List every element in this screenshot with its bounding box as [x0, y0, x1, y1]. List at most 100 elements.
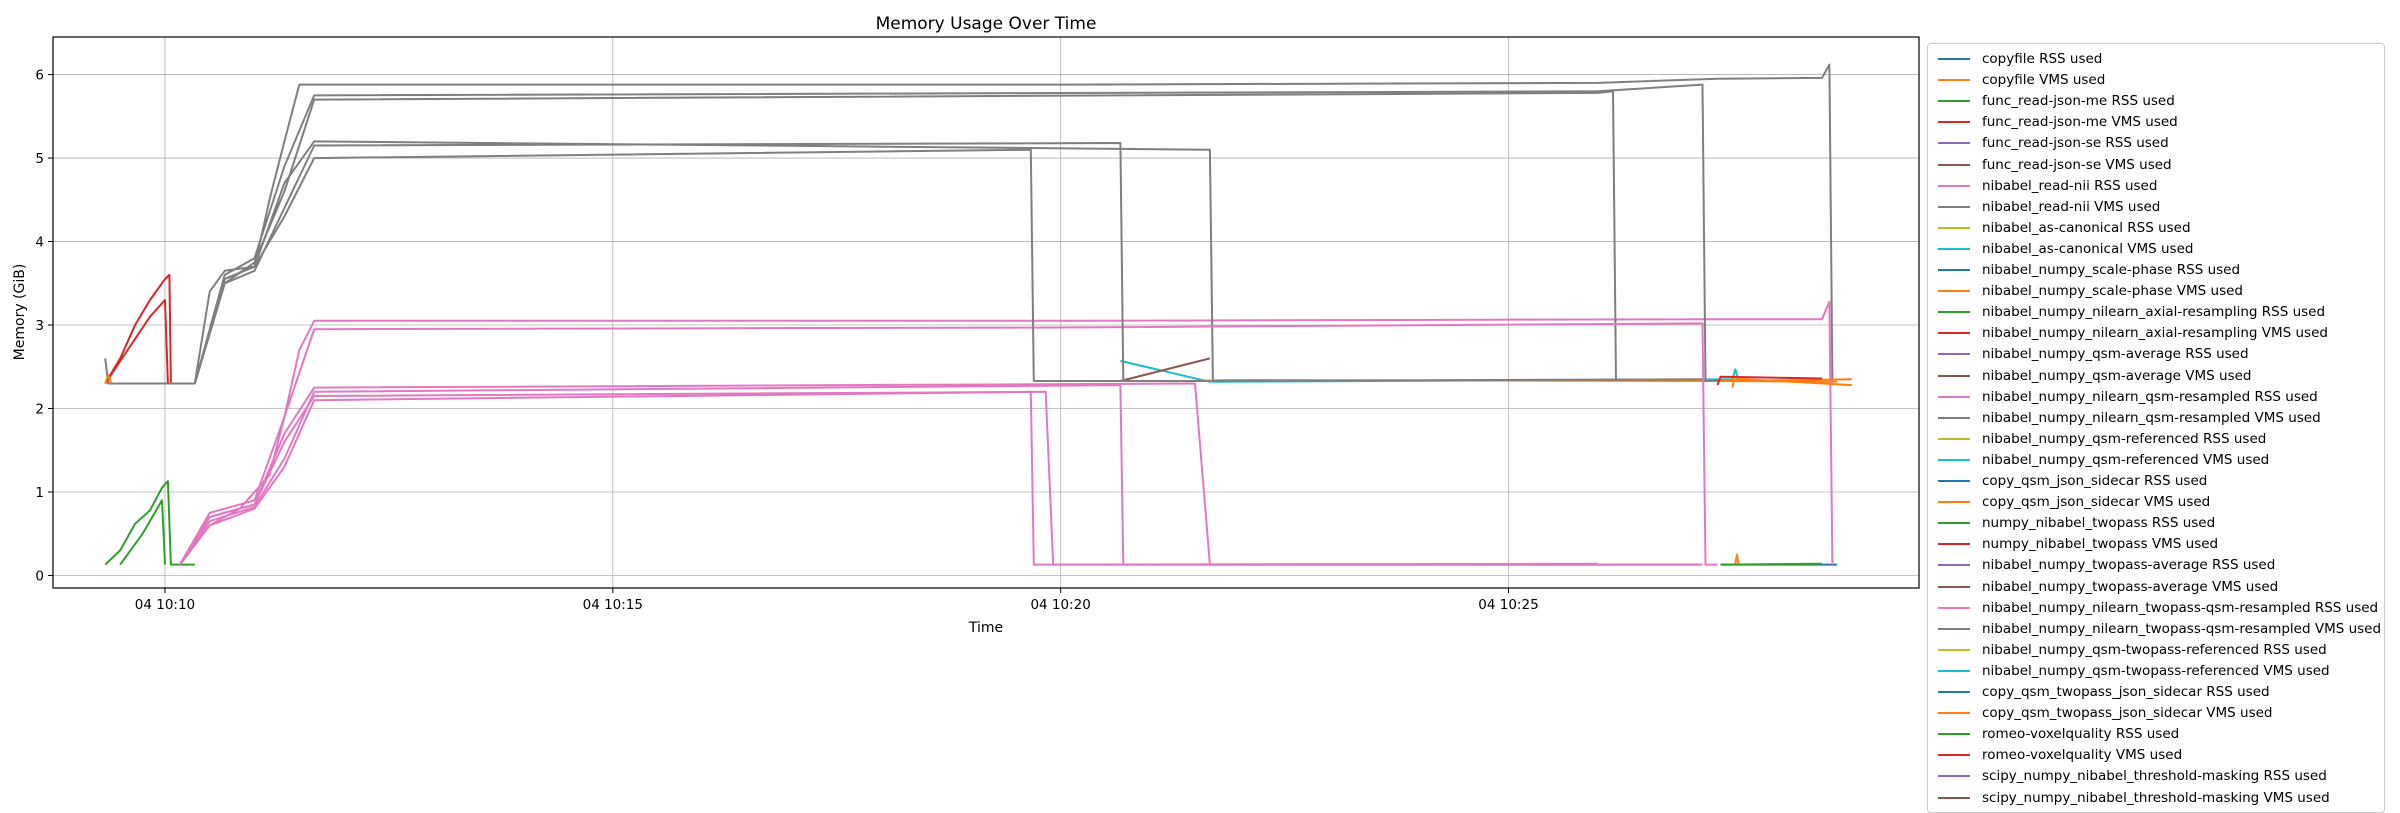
- y-tick-label: 3: [35, 318, 44, 334]
- legend-label: nibabel_numpy_nilearn_axial-resampling R…: [1982, 304, 2326, 321]
- legend-item: nibabel_numpy_twopass-average VMS used: [1928, 577, 2278, 597]
- legend-label: copy_qsm_twopass_json_sidecar RSS used: [1982, 684, 2270, 700]
- legend-swatch: [1938, 458, 1970, 461]
- series-line-41: [193, 148, 1121, 384]
- legend-label: nibabel_numpy_nilearn_twopass-qsm-resamp…: [1982, 599, 2379, 616]
- legend-label: numpy_nibabel_twopass VMS used: [1982, 536, 2219, 553]
- chart-title: Memory Usage Over Time: [876, 14, 1097, 34]
- series-line-39: [193, 142, 1210, 384]
- legend-swatch: [1938, 416, 1970, 419]
- legend-swatch: [1938, 79, 1970, 82]
- legend-swatch: [1938, 163, 1970, 166]
- legend-item: romeo-voxelquality VMS used: [1928, 745, 2182, 765]
- legend-item: copy_qsm_json_sidecar RSS used: [1928, 471, 2207, 491]
- legend-label: copy_qsm_json_sidecar RSS used: [1982, 473, 2208, 489]
- legend-label: nibabel_read-nii VMS used: [1982, 198, 2161, 215]
- legend-swatch: [1938, 184, 1970, 187]
- legend-item: scipy_numpy_nibabel_threshold-masking RS…: [1928, 766, 2327, 786]
- legend-swatch: [1938, 58, 1970, 60]
- legend-label: nibabel_numpy_qsm-average VMS used: [1982, 367, 2252, 384]
- legend-item: nibabel_read-nii VMS used: [1928, 197, 2160, 217]
- series-line-32: [1720, 562, 1823, 566]
- legend-swatch: [1938, 247, 1970, 250]
- legend-label: romeo-voxelquality RSS used: [1982, 726, 2180, 743]
- legend-label: nibabel_numpy_nilearn_axial-resampling V…: [1982, 325, 2328, 342]
- plot-frame: [52, 36, 1920, 589]
- series-line-38: [179, 384, 1703, 566]
- axes-layer: 04 10:10 04 10:15 04 10:20 04 10:25 0 1 2 3 4 5 6: [35, 68, 1538, 613]
- y-tick-label: 6: [35, 68, 44, 84]
- legend-item: copy_qsm_twopass_json_sidecar VMS used: [1928, 703, 2273, 723]
- legend-swatch: [1938, 648, 1970, 651]
- chart-root: 04 10:10 04 10:15 04 10:20 04 10:25 0 1 2 3 4 5 6 …: [0, 0, 2400, 813]
- legend-item: nibabel_numpy_nilearn_axial-resampling R…: [1928, 302, 2325, 322]
- legend-label: romeo-voxelquality VMS used: [1982, 747, 2183, 764]
- legend-swatch: [1938, 796, 1970, 799]
- legend-swatch: [1938, 269, 1970, 271]
- legend-label: scipy_numpy_nibabel_threshold-masking RS…: [1982, 768, 2327, 785]
- legend-item: nibabel_numpy_scale-phase RSS used: [1928, 260, 2240, 280]
- legend-item: nibabel_numpy_qsm-twopass-referenced RSS…: [1928, 640, 2327, 660]
- legend-swatch: [1938, 606, 1970, 609]
- legend-swatch: [1938, 205, 1970, 208]
- legend-label: copy_qsm_json_sidecar VMS used: [1982, 494, 2211, 511]
- series-line-37: [193, 83, 1718, 384]
- legend-item: copyfile RSS used: [1928, 49, 2102, 69]
- legend-item: nibabel_numpy_qsm-average VMS used: [1928, 366, 2252, 386]
- legend-swatch: [1938, 290, 1970, 293]
- legend-swatch: [1938, 100, 1970, 103]
- series-line-40: [179, 390, 1599, 566]
- series-line-3: [104, 273, 195, 385]
- legend-label: func_read-json-se VMS used: [1982, 156, 2172, 173]
- legend-label: nibabel_numpy_twopass-average VMS used: [1982, 578, 2279, 595]
- legend-label: copyfile RSS used: [1982, 51, 2103, 67]
- legend-label: func_read-json-me RSS used: [1982, 93, 2175, 110]
- legend-item: nibabel_numpy_nilearn_qsm-resampled VMS …: [1928, 408, 2321, 428]
- legend-swatch: [1938, 691, 1970, 693]
- legend-swatch: [1938, 564, 1970, 567]
- legend-swatch: [1938, 627, 1970, 630]
- legend: copyfile RSS used copyfile VMS used func_r…: [1927, 43, 2385, 813]
- series-line-42: [1734, 553, 1740, 564]
- legend-item: numpy_nibabel_twopass RSS used: [1928, 513, 2215, 533]
- legend-label: copy_qsm_twopass_json_sidecar VMS used: [1982, 705, 2273, 722]
- legend-swatch: [1938, 754, 1970, 757]
- series-line-16: [179, 390, 1613, 566]
- legend-label: nibabel_numpy_nilearn_twopass-qsm-resamp…: [1982, 620, 2382, 637]
- series-line-6: [179, 300, 1834, 566]
- legend-swatch: [1938, 311, 1970, 314]
- legend-item: nibabel_numpy_qsm-average RSS used: [1928, 344, 2249, 364]
- legend-item: nibabel_numpy_nilearn_twopass-qsm-resamp…: [1928, 598, 2378, 618]
- legend-item: func_read-json-me RSS used: [1928, 91, 2175, 111]
- legend-item: func_read-json-me VMS used: [1928, 112, 2178, 132]
- legend-swatch: [1938, 142, 1970, 145]
- legend-label: func_read-json-se RSS used: [1982, 135, 2169, 152]
- legend-item: func_read-json-se VMS used: [1928, 155, 2172, 175]
- legend-swatch: [1938, 437, 1970, 440]
- legend-item: nibabel_numpy_qsm-referenced VMS used: [1928, 450, 2269, 470]
- y-tick-label: 5: [35, 151, 44, 167]
- legend-swatch: [1938, 226, 1970, 229]
- legend-label: nibabel_numpy_twopass-average RSS used: [1982, 557, 2276, 574]
- series-line-27: [193, 140, 1703, 384]
- legend-item: copy_qsm_twopass_json_sidecar RSS used: [1928, 682, 2270, 702]
- legend-item: nibabel_numpy_twopass-average RSS used: [1928, 555, 2275, 575]
- y-tick-label: 1: [35, 485, 44, 501]
- legend-item: nibabel_as-canonical VMS used: [1928, 239, 2193, 259]
- legend-item: copyfile VMS used: [1928, 70, 2105, 90]
- x-tick-label: 04 10:25: [1478, 597, 1538, 613]
- series-line-15: [1120, 357, 1211, 382]
- legend-swatch: [1938, 121, 1970, 124]
- grid-layer: [53, 37, 1919, 588]
- legend-label: nibabel_numpy_qsm-twopass-referenced RSS…: [1982, 641, 2327, 658]
- legend-item: nibabel_numpy_scale-phase VMS used: [1928, 281, 2243, 301]
- legend-item: nibabel_as-canonical RSS used: [1928, 218, 2191, 238]
- legend-label: scipy_numpy_nibabel_threshold-masking VM…: [1982, 789, 2330, 806]
- legend-swatch: [1938, 374, 1970, 377]
- y-tick-label: 0: [35, 568, 44, 584]
- legend-swatch: [1938, 353, 1970, 356]
- y-axis-label: Memory (GiB): [12, 264, 28, 361]
- legend-item: numpy_nibabel_twopass VMS used: [1928, 534, 2218, 554]
- legend-label: func_read-json-me VMS used: [1982, 114, 2178, 131]
- legend-item: nibabel_numpy_qsm-referenced RSS used: [1928, 429, 2266, 449]
